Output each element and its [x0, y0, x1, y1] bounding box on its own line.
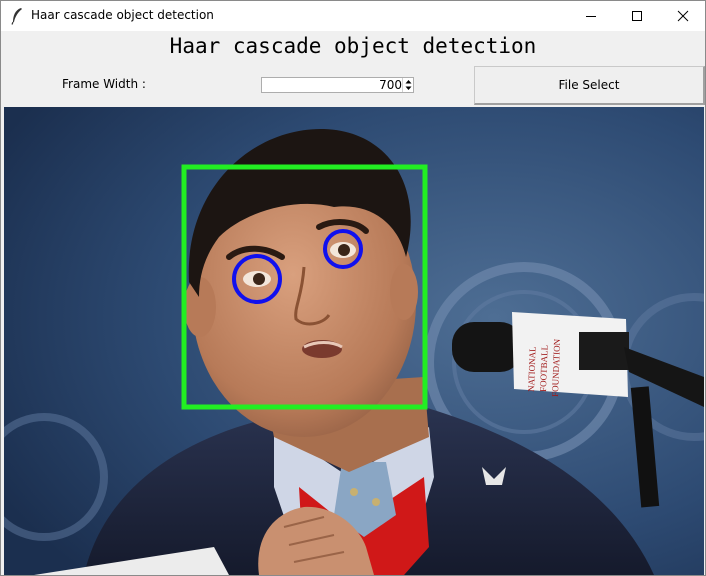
close-icon [677, 10, 689, 22]
microphone-flag-text: NATIONAL [526, 346, 538, 392]
arrow-up-icon [405, 80, 411, 84]
spinbox-arrows [402, 78, 413, 92]
frame-width-spinbox[interactable]: 700 [261, 77, 414, 93]
spin-down-button[interactable] [403, 85, 413, 92]
minimize-button[interactable] [568, 1, 614, 31]
microphone [452, 322, 522, 372]
frame-width-label: Frame Width : [62, 77, 146, 91]
title-bar[interactable]: Haar cascade object detection [1, 1, 705, 31]
minimize-icon [586, 16, 596, 17]
app-window: Haar cascade object detection Haar casca… [0, 0, 706, 576]
file-select-button[interactable]: File Select [474, 66, 705, 105]
detection-image: NATIONAL FOOTBALL FOUNDATION [4, 107, 704, 575]
maximize-icon [632, 11, 642, 21]
maximize-button[interactable] [614, 1, 660, 31]
microphone-flag-text: FOUNDATION [550, 338, 562, 397]
photo-canvas: NATIONAL FOOTBALL FOUNDATION [4, 107, 704, 575]
spin-up-button[interactable] [403, 78, 413, 85]
close-button[interactable] [660, 1, 705, 31]
feather-icon [11, 8, 22, 25]
window-title: Haar cascade object detection [31, 8, 214, 22]
arrow-down-icon [405, 86, 411, 90]
app-heading: Haar cascade object detection [169, 34, 537, 58]
microphone-flag-text: FOOTBALL [538, 345, 550, 392]
frame-width-value[interactable]: 700 [379, 78, 402, 92]
